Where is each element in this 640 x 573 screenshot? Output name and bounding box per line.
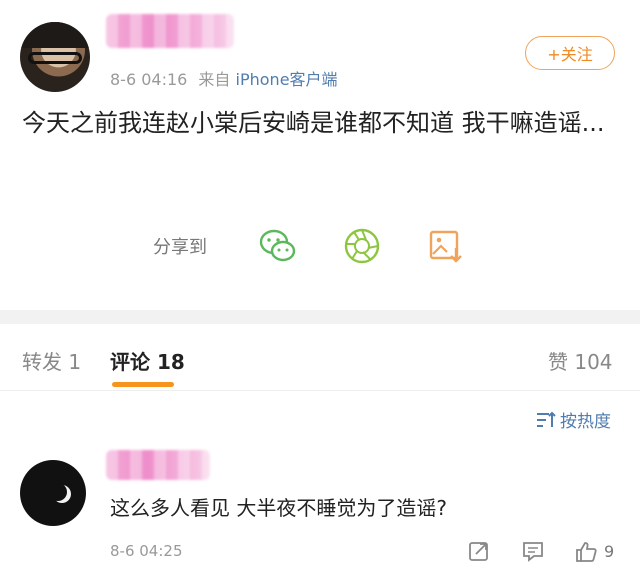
- avatar-glasses: [28, 52, 82, 64]
- section-divider: [0, 310, 640, 324]
- post-tabs: 转发 1 评论 18 赞 104: [0, 324, 640, 390]
- tab-reposts[interactable]: 转发 1: [22, 346, 81, 375]
- tabs-divider: [0, 390, 640, 391]
- moments-icon[interactable]: [342, 226, 382, 266]
- comment-icon[interactable]: [522, 540, 544, 562]
- thumbs-up-icon[interactable]: [574, 540, 598, 564]
- post-meta: 8-6 04:16 来自 iPhone客户端: [110, 66, 338, 90]
- author-avatar[interactable]: [20, 22, 90, 92]
- comment-like-count: 9: [604, 542, 615, 561]
- post-timestamp: 8-6 04:16: [110, 70, 188, 89]
- comment-text: 这么多人看见 大半夜不睡觉为了造谣?: [110, 496, 447, 520]
- post-source[interactable]: iPhone客户端: [236, 70, 338, 89]
- share-label: 分享到: [153, 237, 207, 258]
- source-prefix: 来自: [198, 70, 231, 89]
- sort-button[interactable]: 按热度: [536, 407, 611, 432]
- avatar-hair: [20, 22, 90, 48]
- comment-timestamp: 8-6 04:25: [110, 542, 183, 560]
- author-name-redacted[interactable]: [106, 14, 234, 48]
- repost-icon[interactable]: [468, 540, 490, 562]
- active-tab-indicator: [112, 382, 174, 387]
- save-image-icon[interactable]: [426, 226, 466, 266]
- tab-likes[interactable]: 赞 104: [548, 346, 613, 375]
- sort-label: 按热度: [560, 412, 611, 432]
- tab-comments[interactable]: 评论 18: [110, 346, 185, 375]
- wechat-icon[interactable]: [258, 226, 298, 266]
- follow-button[interactable]: +关注: [525, 36, 615, 70]
- commenter-avatar[interactable]: [20, 460, 86, 526]
- moon-icon: [49, 483, 71, 503]
- commenter-name-redacted[interactable]: [106, 450, 210, 480]
- post-card: 8-6 04:16 来自 iPhone客户端 +关注 今天之前我连赵小棠后安崎是…: [0, 0, 640, 310]
- post-content: 今天之前我连赵小棠后安崎是谁都不知道 我干嘛造谣...: [22, 109, 605, 137]
- sort-icon: [537, 411, 556, 427]
